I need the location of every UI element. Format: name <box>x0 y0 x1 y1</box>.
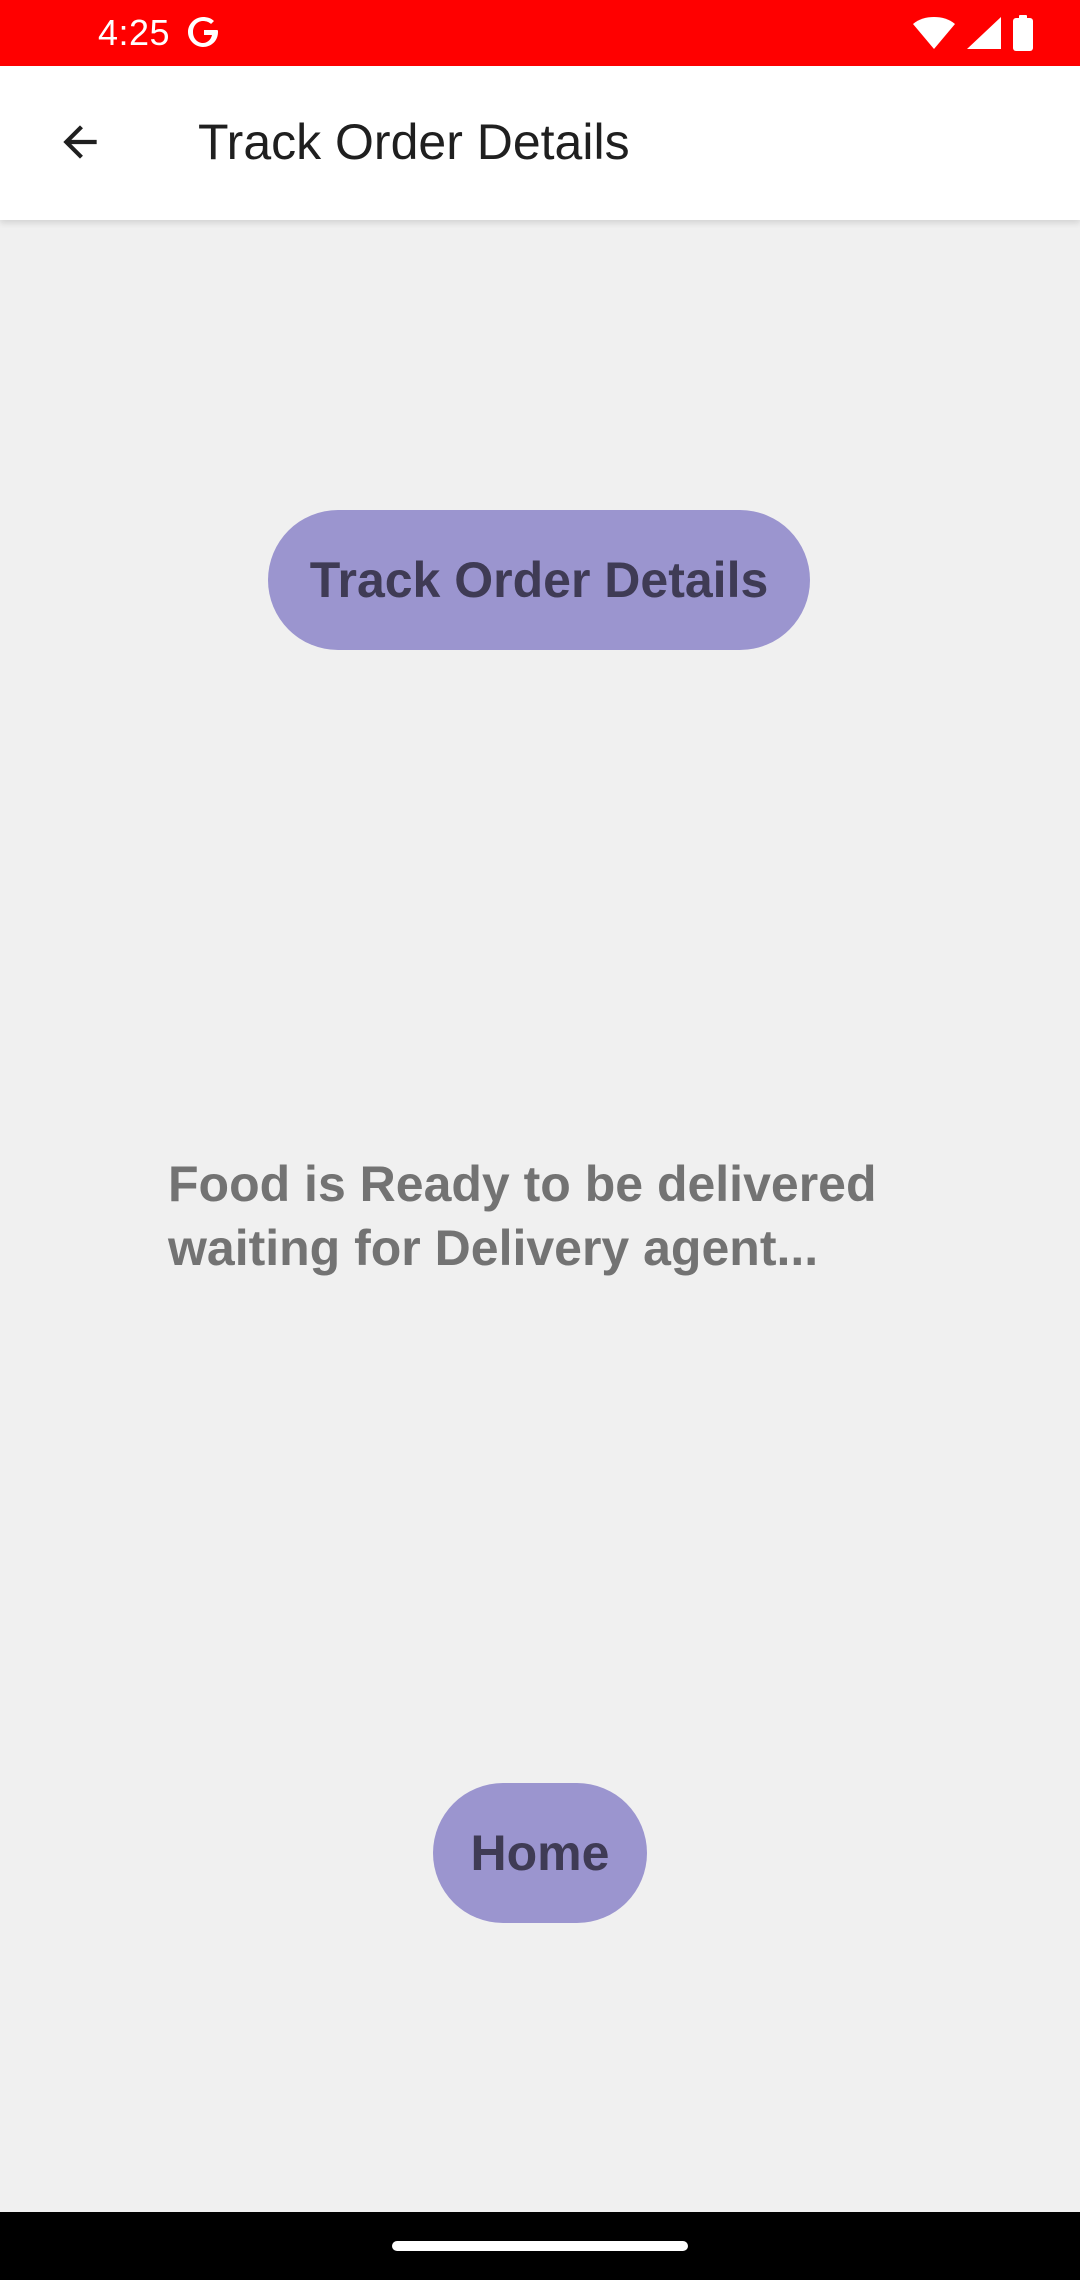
home-indicator[interactable] <box>392 2241 688 2251</box>
back-button[interactable] <box>40 102 120 182</box>
battery-icon <box>1013 15 1033 51</box>
cellular-signal-icon <box>967 17 1001 49</box>
app-bar: Track Order Details <box>0 66 1080 220</box>
status-icons <box>912 14 1034 52</box>
home-button[interactable]: Home <box>433 1783 647 1923</box>
status-bar: 4:25 <box>0 0 1080 66</box>
order-status-message: Food is Ready to be delivered waiting fo… <box>168 1156 877 1276</box>
wifi-icon <box>913 17 955 49</box>
google-g-icon <box>188 17 218 47</box>
track-order-details-button[interactable]: Track Order Details <box>268 510 810 650</box>
status-time: 4:25 <box>98 12 171 53</box>
page-title: Track Order Details <box>198 114 630 170</box>
arrow-back-icon <box>63 125 97 159</box>
